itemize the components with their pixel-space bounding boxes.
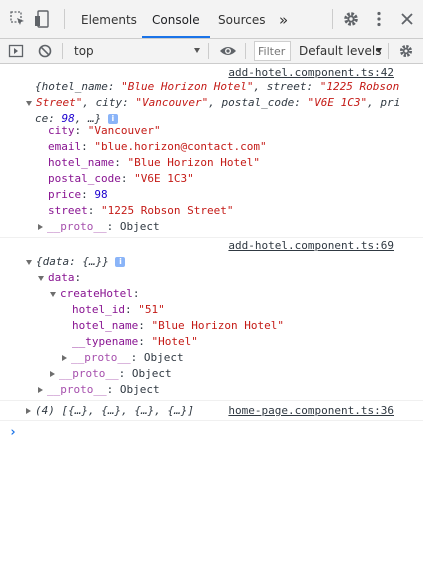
tree-node-createhotel[interactable]: createHotel:	[50, 286, 139, 302]
entry-divider	[0, 420, 423, 421]
console-toolbar: top Default levels	[0, 39, 423, 64]
context-selector[interactable]: top	[74, 39, 94, 63]
source-link[interactable]: home-page.component.ts:36	[228, 403, 394, 419]
property-row: city: "Vancouver"	[48, 124, 161, 137]
toolbar-separator	[62, 43, 63, 59]
expand-arrow-icon[interactable]	[38, 387, 43, 393]
eye-icon[interactable]	[219, 43, 237, 59]
tab-separator	[64, 9, 65, 29]
property-row: __typename: "Hotel"	[72, 335, 198, 348]
kebab-menu-icon[interactable]	[370, 10, 388, 28]
console-prompt[interactable]: ›	[9, 425, 17, 440]
console-settings-gear-icon[interactable]	[398, 43, 414, 59]
property-row: postal_code: "V6E 1C3"	[48, 172, 194, 185]
console-output: add-hotel.component.ts:42 {hotel_name: "…	[0, 64, 423, 576]
device-toolbar-icon[interactable]	[34, 10, 52, 28]
expand-arrow-icon[interactable]	[26, 100, 32, 106]
info-icon[interactable]: i	[115, 257, 126, 267]
log-preview-line[interactable]: {hotel_name: "Blue Horizon Hotel", stree…	[35, 79, 399, 95]
property-row: hotel_name: "Blue Horizon Hotel"	[48, 156, 260, 169]
toolbar-separator	[388, 43, 389, 59]
expand-arrow-icon[interactable]	[50, 371, 55, 377]
source-link[interactable]: add-hotel.component.ts:69	[228, 238, 394, 254]
proto-row[interactable]: __proto__: Object	[50, 366, 172, 382]
tab-console[interactable]: Console	[142, 0, 210, 38]
log-levels-dropdown[interactable]: Default levels	[299, 39, 381, 63]
property-row: email: "blue.horizon@contact.com"	[48, 140, 267, 153]
expand-arrow-icon[interactable]	[38, 224, 43, 230]
expand-arrow-icon[interactable]	[26, 408, 31, 414]
inspect-element-icon[interactable]	[9, 10, 27, 28]
property-row: street: "1225 Robson Street"	[48, 204, 234, 217]
tab-elements[interactable]: Elements	[81, 0, 137, 38]
proto-row[interactable]: __proto__: Object	[62, 350, 184, 366]
gear-icon[interactable]	[342, 10, 360, 28]
property-row: price: 98	[48, 188, 108, 201]
log-preview-line[interactable]: Street", city: "Vancouver", postal_code:…	[26, 95, 400, 111]
proto-row[interactable]: __proto__: Object	[38, 382, 160, 398]
tab-sources[interactable]: Sources	[218, 0, 265, 38]
close-icon[interactable]	[398, 10, 416, 28]
clear-console-icon[interactable]	[37, 43, 53, 59]
expand-arrow-icon[interactable]	[26, 259, 32, 265]
entry-divider	[0, 400, 423, 401]
expand-arrow-icon[interactable]	[50, 291, 56, 297]
toggle-sidebar-icon[interactable]	[8, 43, 24, 59]
chevron-down-icon[interactable]	[376, 48, 382, 53]
expand-arrow-icon[interactable]	[62, 355, 67, 361]
property-row: hotel_name: "Blue Horizon Hotel"	[72, 319, 284, 332]
expand-arrow-icon[interactable]	[38, 275, 44, 281]
filter-input[interactable]	[254, 41, 291, 61]
property-row: hotel_id: "51"	[72, 303, 165, 316]
chevron-down-icon[interactable]	[194, 48, 200, 53]
log-preview-line[interactable]: {data: {…}} i	[26, 254, 126, 270]
toolbar-separator	[245, 43, 246, 59]
tab-separator	[332, 9, 333, 29]
proto-row[interactable]: __proto__: Object	[38, 219, 160, 235]
more-tabs-button[interactable]: »	[279, 0, 288, 38]
toolbar-separator	[208, 43, 209, 59]
log-preview-line[interactable]: (4) [{…}, {…}, {…}, {…}]	[26, 403, 194, 419]
tree-node-data[interactable]: data:	[38, 270, 81, 286]
devtools-tab-bar: Elements Console Sources »	[0, 0, 423, 39]
